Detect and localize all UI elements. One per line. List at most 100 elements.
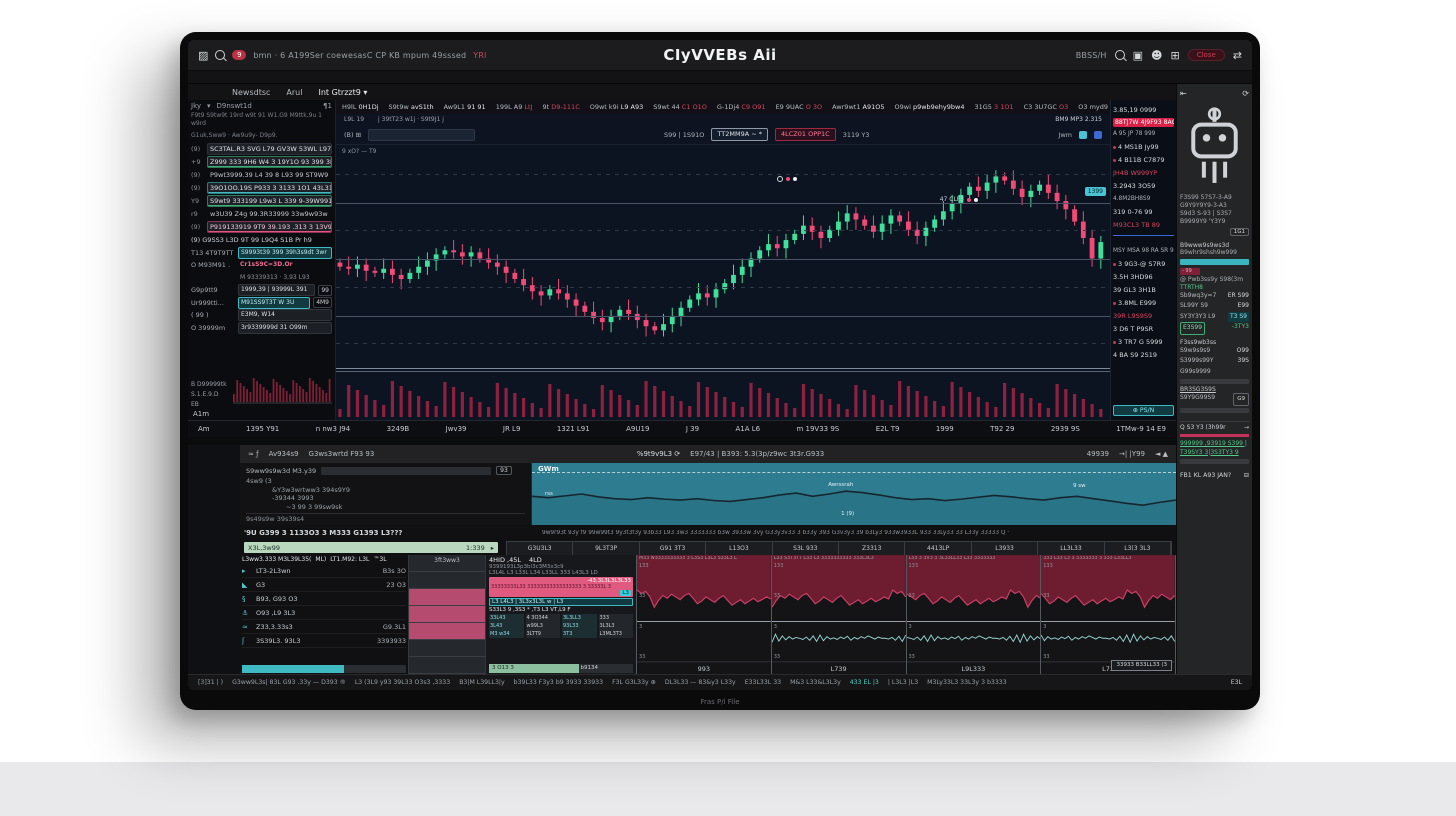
column-header[interactable]: 4413LP bbox=[905, 542, 971, 555]
watchlist-row[interactable]: +9Z999 333 9H6 W4 3 19Y1O 93 399 3R3W 1B… bbox=[191, 156, 332, 168]
status-item[interactable]: F3L G3L33y ⊕ bbox=[612, 679, 656, 686]
time-axis[interactable]: Am1395 Y91n nw3 J943249BJwv39JR L91321 L… bbox=[188, 420, 1176, 437]
column-header[interactable]: LL3L33 bbox=[1038, 542, 1104, 555]
user-icon[interactable]: ☻ bbox=[1151, 49, 1162, 62]
ticker-item[interactable]: S9wt 44 C1 O1O bbox=[653, 103, 707, 111]
column-header[interactable]: L13O3 bbox=[706, 542, 772, 555]
indicator-toggle-blue[interactable] bbox=[1094, 131, 1102, 139]
status-item[interactable]: L3 (3L9 y93 39L33 O3s3 ,3333 bbox=[355, 679, 450, 686]
panel-refresh-icon[interactable]: ⟳ bbox=[1242, 89, 1249, 98]
candlestick-chart[interactable]: 9 xO? — T9 bbox=[336, 145, 1110, 420]
table-row[interactable]: ⚓O93 ,L9 3L3 bbox=[242, 606, 406, 620]
sidebar-section-row[interactable]: G9p9tt91999,39 | 93999L 39199 bbox=[191, 284, 332, 296]
drawdown-panel[interactable]: M33 w3333333333 3 L3S3 L3L3 S33L3 L13333… bbox=[637, 555, 772, 674]
status-item[interactable]: E33L33L 33 bbox=[745, 679, 781, 686]
section-chip[interactable]: 3r9339999d 31 O99m bbox=[238, 322, 332, 334]
section-chip[interactable]: S9993t39 399 39h3s9dt 3wr bbox=[238, 247, 332, 259]
panel-footer-box[interactable]: 33933 B33LL33 (3 bbox=[1111, 660, 1172, 671]
ticker-item[interactable]: C3 3U7GC O3 bbox=[1024, 103, 1069, 111]
status-item-highlight[interactable]: 433 EL |3 bbox=[850, 679, 879, 686]
watchlist-row[interactable]: (9)P919133919 9T9 39.193 .313 3 13V9T ¥ bbox=[191, 221, 332, 233]
table-row[interactable]: ʃ3S39L3. 93L33393933 bbox=[242, 634, 406, 648]
close-order-button[interactable]: 4LCZ01 OPP1C bbox=[775, 128, 836, 141]
section-chip[interactable]: M91SS9T3T W 3U bbox=[238, 297, 310, 309]
column-header[interactable]: S3L 933 bbox=[773, 542, 839, 555]
ticker-item[interactable]: E9 9UAC O 3O bbox=[776, 103, 823, 111]
table-row[interactable]: ▸LT3-2L3wnB3s 3O bbox=[242, 564, 406, 578]
app-logo-icon[interactable]: ▨ bbox=[198, 49, 208, 62]
price-axis[interactable]: 3.85,19 099988TJ7W 4J9F93 8AGA 95 JP 78 … bbox=[1110, 100, 1176, 420]
grid-layout-icon[interactable]: ⊞ bbox=[1170, 49, 1179, 62]
column-header[interactable]: L3(3 3L3 bbox=[1105, 542, 1171, 555]
panel-footer-icon[interactable]: ⊟ bbox=[1244, 472, 1249, 479]
watchlist-caret-icon[interactable]: ▾ bbox=[207, 102, 211, 110]
drawdown-panel[interactable]: L33 3 3V3 3 3L33LL33 L33 333333313333333… bbox=[907, 555, 1042, 674]
status-item[interactable]: b39L33 F3y3 b9 3933 33933 bbox=[514, 679, 603, 686]
positions-table[interactable]: L3ww3.333 M3L39L35( ML) LT1.M92: L3L ™3L… bbox=[240, 555, 408, 674]
analytics-nav-arrows[interactable]: →| |Y99 bbox=[1119, 450, 1145, 458]
tab-1[interactable]: Newsdtsc bbox=[232, 88, 270, 97]
symbol-search-input[interactable] bbox=[368, 129, 475, 141]
column-header[interactable]: G91 3T3 bbox=[640, 542, 706, 555]
watchlist-filter[interactable]: Jky bbox=[191, 102, 201, 110]
price-alert-chip[interactable]: 1399 bbox=[1085, 187, 1106, 196]
column-header[interactable]: G3U3L3 bbox=[507, 542, 573, 555]
ticker-item[interactable]: O3 myd9 31O bbox=[1078, 103, 1110, 111]
sidebar-section-row[interactable]: M 93339313 · 3,93 L93 bbox=[191, 272, 332, 284]
watchlist-row[interactable]: r9w3U39 Z4g 99.3R33999 33w9w93w bbox=[191, 208, 332, 220]
column-header[interactable]: L3933 bbox=[972, 542, 1038, 555]
close-button[interactable]: Close bbox=[1188, 49, 1225, 61]
ticker-item[interactable]: H9lL 0H1Dj bbox=[342, 103, 379, 111]
ticker-item[interactable]: 31G5 3 1O1 bbox=[974, 103, 1013, 111]
drawdown-panel[interactable]: L33 S3T3TT L33 L3 3333333333 333L3L31333… bbox=[772, 555, 907, 674]
column-header[interactable]: Z3313 bbox=[839, 542, 905, 555]
ticker-item[interactable]: S9t9w avS1th bbox=[389, 103, 434, 111]
ticker-item[interactable]: G-1Dj4 C9 O91 bbox=[717, 103, 766, 111]
status-item[interactable]: DL3L33 — 83&y3 L33y bbox=[665, 679, 736, 686]
dataview-arrow-icon[interactable]: → bbox=[1244, 424, 1249, 431]
toolbar-interval-labels[interactable]: j 39tT23 w1j · S9t9J1 j bbox=[378, 116, 444, 123]
status-item[interactable]: M3Ly33L3 33L3y 3 b3333 bbox=[927, 679, 1007, 686]
section-chip[interactable]: 1999,39 | 93999L 391 bbox=[238, 284, 315, 296]
timeframe-combo[interactable]: TT2MM9A ~ * bbox=[711, 128, 768, 141]
status-item[interactable]: M&3 L33&L3L3y bbox=[790, 679, 841, 686]
section-chip[interactable]: Cr1sS9C=3D.Or bbox=[238, 260, 332, 270]
column-header[interactable]: 9L3T3P bbox=[573, 542, 639, 555]
expand-icon[interactable]: ⇄ bbox=[1233, 49, 1242, 62]
section-chip[interactable]: M 93339313 · 3,93 L93 bbox=[238, 273, 332, 283]
tab-2[interactable]: Arul bbox=[286, 88, 302, 97]
watchlist-row[interactable]: (9)P9wt3999.39 L4 39 8 L93 99 ST9W9 . bbox=[191, 169, 332, 181]
analytics-play-controls[interactable]: ◄ ▲ bbox=[1155, 450, 1168, 458]
section-chip[interactable]: E3M9, W14 bbox=[238, 309, 332, 321]
drawdown-panels[interactable]: M33 w3333333333 3 L3S3 L3L3 S33L3 L13333… bbox=[636, 555, 1176, 674]
ticker-item[interactable]: O9wt k9i L9 A93 bbox=[590, 103, 644, 111]
tab-3[interactable]: Int Gtrzzt9 ▾ bbox=[318, 88, 367, 97]
status-item[interactable]: | L3L3 |L3 bbox=[888, 679, 918, 686]
kv-value-box[interactable]: G9 bbox=[1233, 393, 1249, 406]
toolbar-settings-icon[interactable]: (B) ⊞ bbox=[344, 131, 361, 139]
table-row[interactable]: ◣G323 O3 bbox=[242, 578, 406, 592]
axis-teal-chip[interactable]: ⊕ PS/N bbox=[1113, 405, 1174, 416]
watchlist-row[interactable]: (9)SC3TAL.R3 SVG L79 GV3W 53WL L97T 3L 3… bbox=[191, 143, 332, 155]
panel-value-box[interactable]: 1G1 bbox=[1230, 228, 1249, 236]
search-icon-right[interactable] bbox=[1115, 50, 1125, 60]
sidebar-section-row[interactable]: O 39999m3r9339999d 31 O99m bbox=[191, 322, 332, 334]
toolbar-mode-label[interactable]: Jwm bbox=[1058, 131, 1072, 139]
ticker-item[interactable]: 199L A9 LtJ bbox=[496, 103, 533, 111]
ticker-item[interactable]: O9wi p9wb9ehy9bw4 bbox=[895, 103, 965, 111]
table-row[interactable]: ≈Z33,3.33s3G9.3L1 bbox=[242, 620, 406, 634]
watchlist-menu-icon[interactable]: ¶1 bbox=[323, 102, 332, 110]
sidebar-section-row[interactable]: O M93M91 .Cr1sS9C=3D.Or bbox=[191, 259, 332, 271]
monitor-icon[interactable]: ▣ bbox=[1133, 49, 1143, 62]
dataview-link-1[interactable]: 999999 ,93919 S399 | bbox=[1180, 439, 1249, 448]
search-icon[interactable] bbox=[215, 50, 225, 60]
analytics-collapse-icon[interactable]: ≈ ƒ bbox=[248, 450, 259, 458]
ticker-item[interactable]: Awr9wt1 A91O5 bbox=[832, 103, 884, 111]
equity-area-chart[interactable]: GWm rss Awrssrah 9 sw 1 (9) bbox=[532, 463, 1176, 525]
sidebar-section-row[interactable]: ( 99 )E3M9, W14 bbox=[191, 309, 332, 321]
sidebar-section-row[interactable]: Ur999tti...M91SS9T3T W 3U4M9 bbox=[191, 297, 332, 309]
indicator-toggle-teal[interactable] bbox=[1079, 131, 1087, 139]
status-item[interactable]: B3|M L39LL3|y bbox=[459, 679, 504, 686]
watchlist-row[interactable]: Y9S9wt9 333199 L9w3 L 339 9-39W991 ? bbox=[191, 195, 332, 207]
ticker-item[interactable]: 9t D9-111C bbox=[543, 103, 580, 111]
